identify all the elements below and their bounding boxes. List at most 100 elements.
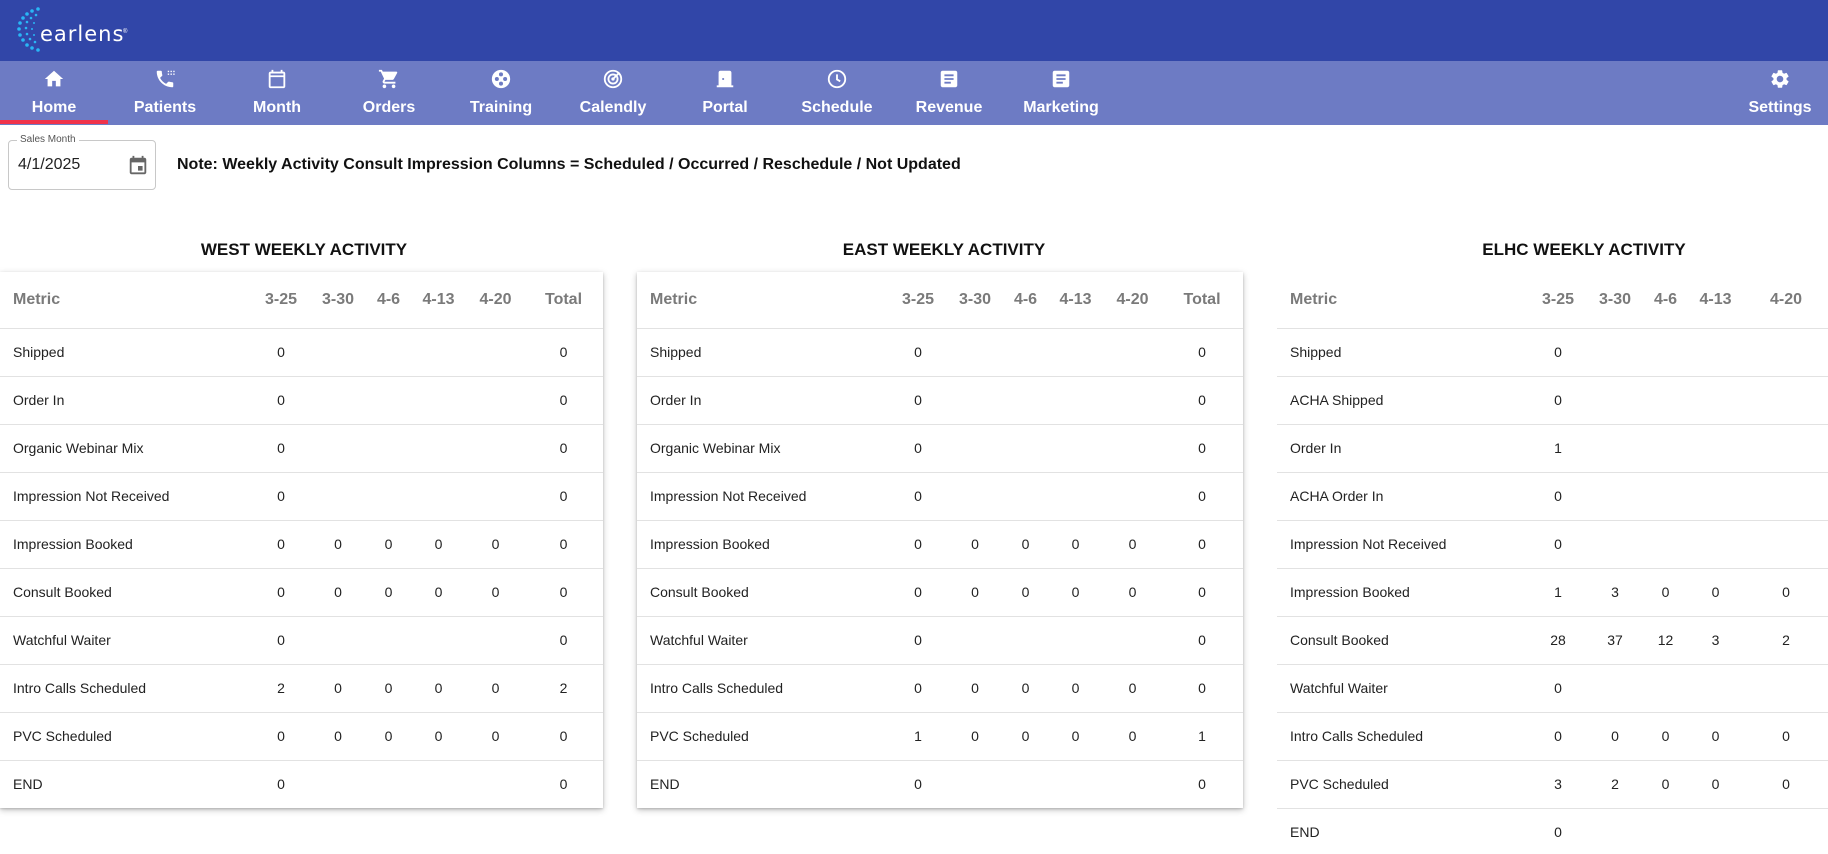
metric-name-cell: Impression Not Received bbox=[637, 472, 890, 521]
metric-value-cell: 3 bbox=[1530, 760, 1586, 809]
column-header[interactable]: 4-6 bbox=[1644, 272, 1687, 329]
metric-value-cell: 0 bbox=[1161, 328, 1243, 377]
metric-value-cell: 2 bbox=[253, 664, 309, 713]
table-row: END 0 0 bbox=[637, 760, 1243, 808]
metric-value-cell bbox=[1004, 376, 1047, 425]
column-header[interactable]: Total bbox=[524, 272, 603, 329]
table-row: Consult Booked 0 0 0 0 0 0 bbox=[637, 568, 1243, 617]
column-header[interactable]: 3-25 bbox=[890, 272, 946, 329]
nav-marketing[interactable]: Marketing bbox=[1007, 61, 1115, 125]
nav-calendly[interactable]: Calendly bbox=[559, 61, 667, 125]
metric-value-cell bbox=[1047, 760, 1104, 808]
metric-value-cell bbox=[309, 472, 367, 521]
metric-value-cell: 1 bbox=[890, 712, 946, 761]
metric-value-cell bbox=[1744, 472, 1828, 521]
logo-text: earlens bbox=[40, 22, 125, 46]
column-header[interactable]: 4-13 bbox=[1047, 272, 1104, 329]
table-row: Watchful Waiter 0 0 bbox=[637, 616, 1243, 665]
metric-value-cell bbox=[1644, 376, 1687, 425]
film-reel-icon bbox=[491, 69, 511, 89]
metric-value-cell: 0 bbox=[1687, 760, 1744, 809]
nav-patients[interactable]: Patients bbox=[111, 61, 219, 125]
metric-value-cell: 3 bbox=[1687, 616, 1744, 665]
column-header[interactable]: Metric bbox=[637, 272, 890, 329]
nav-training[interactable]: Training bbox=[447, 61, 555, 125]
metric-value-cell bbox=[1586, 664, 1644, 713]
nav-portal[interactable]: Portal bbox=[671, 61, 779, 125]
metric-value-cell: 0 bbox=[1644, 760, 1687, 809]
metric-value-cell bbox=[309, 760, 367, 808]
column-header[interactable]: Metric bbox=[0, 272, 253, 329]
nav-month[interactable]: Month bbox=[223, 61, 331, 125]
metric-value-cell: 0 bbox=[467, 568, 524, 617]
table-header-row: Metric 3-25 3-30 4-6 4-13 4-20 Total bbox=[0, 272, 603, 329]
metric-value-cell bbox=[367, 472, 410, 521]
metric-value-cell: 0 bbox=[253, 520, 309, 569]
column-header[interactable]: 4-20 bbox=[1744, 272, 1828, 329]
metric-name-cell: Order In bbox=[0, 376, 253, 425]
nav-home[interactable]: Home bbox=[0, 61, 108, 125]
metric-value-cell bbox=[1644, 808, 1687, 854]
metric-value-cell bbox=[1744, 376, 1828, 425]
column-header[interactable]: 4-20 bbox=[1104, 272, 1161, 329]
table-row: Impression Not Received 0 bbox=[1277, 520, 1828, 569]
metric-value-cell bbox=[1004, 616, 1047, 665]
column-header[interactable]: Metric bbox=[1277, 272, 1530, 329]
column-header[interactable]: 4-13 bbox=[410, 272, 467, 329]
column-header[interactable]: 4-6 bbox=[367, 272, 410, 329]
table-row: Order In 0 0 bbox=[637, 376, 1243, 425]
metric-value-cell: 2 bbox=[524, 664, 603, 713]
metric-value-cell: 0 bbox=[1161, 664, 1243, 713]
earlens-logo[interactable]: earlens ® bbox=[12, 5, 132, 53]
metric-value-cell bbox=[1687, 424, 1744, 473]
target-icon bbox=[603, 69, 623, 89]
column-header[interactable]: 4-13 bbox=[1687, 272, 1744, 329]
column-header[interactable]: 4-20 bbox=[467, 272, 524, 329]
column-header[interactable]: 3-25 bbox=[253, 272, 309, 329]
nav-orders[interactable]: Orders bbox=[335, 61, 443, 125]
nav-settings[interactable]: Settings bbox=[1726, 61, 1828, 125]
column-header[interactable]: Total bbox=[1161, 272, 1243, 329]
calendar-icon[interactable] bbox=[127, 155, 149, 177]
metric-value-cell: 0 bbox=[253, 616, 309, 665]
metric-value-cell bbox=[1104, 328, 1161, 377]
metric-value-cell bbox=[467, 424, 524, 473]
metric-value-cell: 0 bbox=[1530, 472, 1586, 521]
main-nav: Home Patients Month Orders Training Cale… bbox=[0, 61, 1828, 125]
column-header[interactable]: 3-30 bbox=[1586, 272, 1644, 329]
elhc-panel-title: ELHC WEEKLY ACTIVITY bbox=[1482, 240, 1686, 259]
column-header[interactable]: 4-6 bbox=[1004, 272, 1047, 329]
metric-value-cell bbox=[1586, 472, 1644, 521]
metric-value-cell bbox=[467, 376, 524, 425]
sales-month-value[interactable]: 4/1/2025 bbox=[18, 156, 80, 174]
column-header[interactable]: 3-30 bbox=[309, 272, 367, 329]
nav-revenue[interactable]: Revenue bbox=[895, 61, 1003, 125]
metric-value-cell bbox=[410, 616, 467, 665]
logo-registered-mark: ® bbox=[123, 29, 128, 35]
metric-value-cell bbox=[410, 376, 467, 425]
metric-value-cell: 0 bbox=[946, 712, 1004, 761]
column-header[interactable]: 3-25 bbox=[1530, 272, 1586, 329]
nav-revenue-label: Revenue bbox=[915, 99, 983, 116]
metric-value-cell: 0 bbox=[410, 712, 467, 761]
table-row: Organic Webinar Mix 0 0 bbox=[637, 424, 1243, 473]
metric-value-cell: 0 bbox=[1687, 712, 1744, 761]
metric-value-cell: 0 bbox=[914, 776, 922, 793]
column-header[interactable]: 3-30 bbox=[946, 272, 1004, 329]
table-row: Consult Booked 0 0 0 0 0 0 bbox=[0, 568, 603, 617]
gear-icon bbox=[1771, 70, 1789, 88]
metric-value-cell bbox=[1047, 472, 1104, 521]
metric-value-cell bbox=[1004, 760, 1047, 808]
metric-value-cell: 2 bbox=[1586, 760, 1644, 809]
metric-value-cell bbox=[1744, 424, 1828, 473]
metric-name-cell: PVC Scheduled bbox=[1277, 760, 1530, 809]
nav-portal-label: Portal bbox=[702, 99, 748, 116]
nav-schedule[interactable]: Schedule bbox=[783, 61, 891, 125]
metric-value-cell bbox=[309, 328, 367, 377]
metric-name-cell: Impression Not Received bbox=[1277, 520, 1530, 569]
metric-name-cell: Organic Webinar Mix bbox=[637, 424, 890, 473]
sales-month-field[interactable]: Sales Month 4/1/2025 bbox=[8, 134, 156, 190]
nav-active-indicator bbox=[0, 120, 108, 124]
metric-value-cell: 0 bbox=[1744, 712, 1828, 761]
metric-name-cell: Consult Booked bbox=[0, 568, 253, 617]
